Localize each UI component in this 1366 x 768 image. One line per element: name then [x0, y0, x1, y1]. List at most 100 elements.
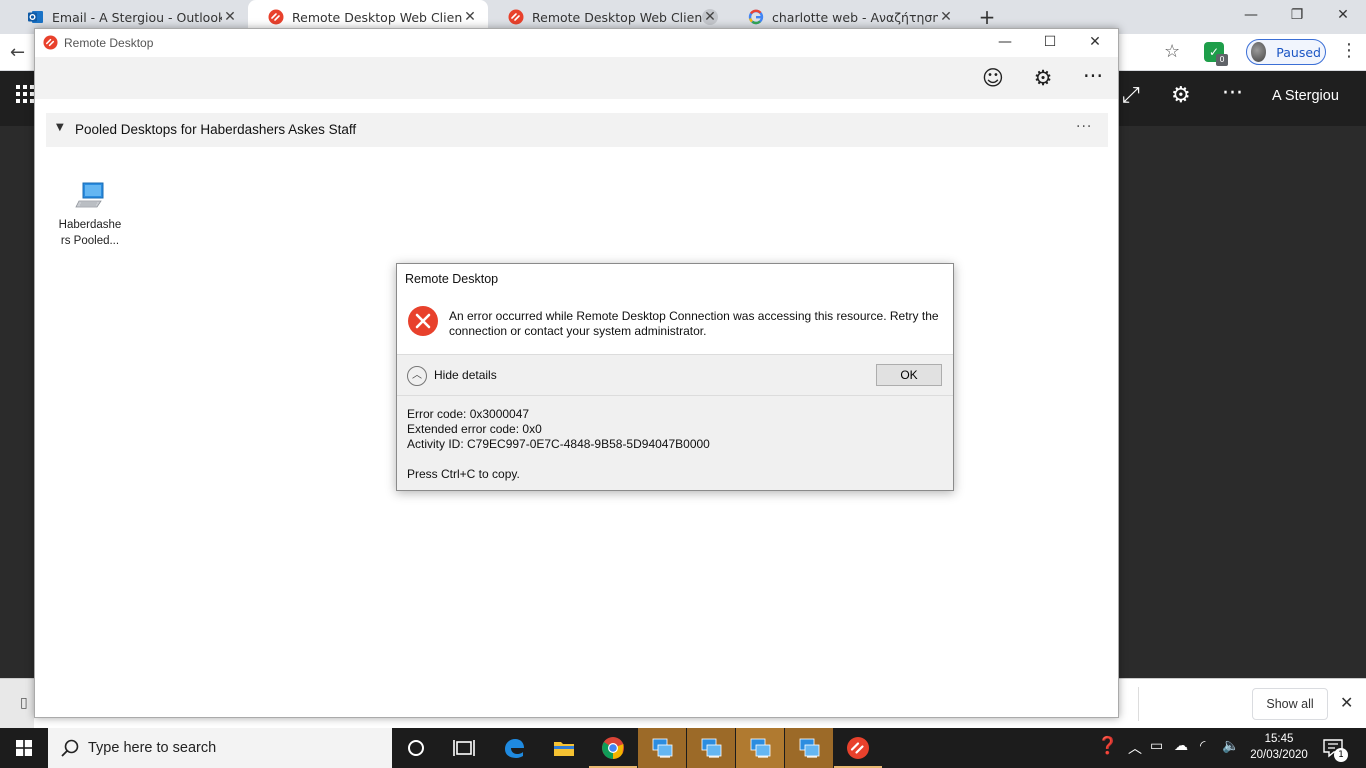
- close-window-icon[interactable]: ✕: [1072, 29, 1118, 57]
- error-dialog: Remote Desktop An error occurred while R…: [396, 263, 954, 491]
- cortana-circle-icon: [408, 740, 424, 756]
- dialog-title: Remote Desktop: [405, 272, 499, 286]
- help-icon[interactable]: ❓: [1097, 736, 1118, 756]
- activity-id: Activity ID: C79EC997-0E7C-4848-9B58-5D9…: [407, 437, 710, 451]
- clock-date: 20/03/2020: [1250, 749, 1308, 761]
- taskbar-remote-desktop-connection[interactable]: [736, 728, 784, 768]
- more-horizontal-icon[interactable]: ···: [1222, 81, 1243, 106]
- resource-label-line: rs Pooled...: [60, 235, 120, 247]
- google-icon: [748, 9, 764, 25]
- close-window-icon[interactable]: ✕: [1320, 0, 1366, 30]
- group-more-button[interactable]: ···: [1076, 119, 1092, 135]
- remote-desktop-computer-icon: [750, 738, 771, 758]
- outlook-icon: [28, 11, 43, 23]
- extension-badge: 0: [1216, 54, 1228, 66]
- extended-error-code: Extended error code: 0x0: [407, 422, 542, 436]
- app-launcher-icon[interactable]: [16, 85, 34, 103]
- remote-desktop-computer-icon: [75, 182, 104, 208]
- taskbar-file-explorer[interactable]: [540, 728, 588, 768]
- error-code: Error code: 0x3000047: [407, 407, 530, 421]
- download-item[interactable]: ▯: [0, 679, 34, 729]
- taskbar-remote-desktop-app[interactable]: [834, 728, 882, 768]
- windows-logo-icon: [16, 740, 32, 756]
- ok-button[interactable]: OK: [876, 364, 942, 386]
- close-icon[interactable]: ✕: [462, 9, 478, 25]
- taskbar-chrome[interactable]: [589, 728, 637, 768]
- resource-label: Haberdashe rs Pooled...: [51, 217, 129, 249]
- taskbar-remote-desktop-connection[interactable]: [638, 728, 686, 768]
- chevron-up-icon[interactable]: ︿: [407, 366, 427, 386]
- close-icon[interactable]: ✕: [222, 9, 238, 25]
- taskbar-remote-desktop-connection[interactable]: [687, 728, 735, 768]
- tab-title: Remote Desktop Web Client: [292, 9, 462, 25]
- hide-details-toggle[interactable]: Hide details: [434, 368, 497, 382]
- task-view-button[interactable]: [440, 728, 488, 768]
- wifi-icon[interactable]: ◜: [1200, 738, 1205, 754]
- window-titlebar[interactable]: Remote Desktop — ☐ ✕: [35, 29, 1118, 57]
- minimize-icon[interactable]: —: [1228, 0, 1274, 30]
- show-all-downloads-button[interactable]: Show all: [1252, 688, 1328, 720]
- remote-desktop-icon: [847, 737, 869, 759]
- chevron-down-icon[interactable]: ▼: [56, 122, 64, 133]
- profile-button[interactable]: Paused: [1246, 39, 1326, 65]
- taskbar-remote-desktop-connection[interactable]: [785, 728, 833, 768]
- clock-time: 15:45: [1264, 733, 1294, 745]
- resource-label-line: Haberdashe: [58, 219, 122, 231]
- workspace-group-header[interactable]: ▼ Pooled Desktops for Haberdashers Askes…: [46, 113, 1108, 147]
- edge-browser-icon: [505, 739, 524, 758]
- bookmark-star-icon[interactable]: ☆: [1164, 41, 1180, 62]
- maximize-icon[interactable]: ☐: [1027, 29, 1073, 57]
- tab-title: charlotte web - Αναζήτηση Goog: [772, 9, 938, 25]
- remote-desktop-icon: [508, 9, 524, 25]
- error-message: An error occurred while Remote Desktop C…: [449, 309, 939, 338]
- settings-gear-icon[interactable]: ⚙: [1171, 83, 1191, 108]
- close-icon[interactable]: ✕: [1340, 693, 1353, 712]
- copy-hint: Press Ctrl+C to copy.: [407, 467, 520, 481]
- signed-in-user[interactable]: A Stergiou: [1272, 88, 1339, 104]
- workspace-group-title: Pooled Desktops for Haberdashers Askes S…: [75, 122, 357, 137]
- more-vertical-icon[interactable]: ⋮: [1340, 40, 1358, 61]
- battery-icon[interactable]: ▭: [1150, 738, 1163, 754]
- minimize-icon[interactable]: —: [982, 29, 1028, 57]
- remote-desktop-icon: [43, 35, 58, 50]
- resource-tile-pooled-desktop[interactable]: Haberdashe rs Pooled...: [51, 177, 129, 253]
- chevron-up-icon[interactable]: ︿: [1128, 738, 1142, 758]
- error-details: Error code: 0x3000047 Extended error cod…: [397, 396, 953, 490]
- task-view-icon: [453, 740, 475, 756]
- remote-desktop-icon: [268, 9, 284, 25]
- taskbar-edge[interactable]: [490, 728, 538, 768]
- details-bar: ︿ Hide details OK: [397, 354, 953, 396]
- volume-icon[interactable]: 🔈: [1222, 738, 1239, 754]
- tab-title: Remote Desktop Web Client: [532, 9, 702, 25]
- settings-gear-icon[interactable]: ⚙: [1030, 65, 1056, 91]
- close-icon[interactable]: ✕: [702, 9, 718, 25]
- file-icon: ▯: [20, 695, 28, 711]
- remote-desktop-computer-icon: [701, 738, 722, 758]
- more-horizontal-icon[interactable]: ···: [1080, 63, 1106, 89]
- divider: [1138, 687, 1139, 721]
- app-toolbar: ☺ ⚙ ···: [35, 57, 1118, 99]
- chrome-browser-icon: [602, 737, 624, 759]
- remote-desktop-computer-icon: [799, 738, 820, 758]
- close-icon[interactable]: ✕: [938, 9, 954, 25]
- tab-title: Email - A Stergiou - Outlook: [52, 9, 222, 25]
- task-view-button[interactable]: [392, 728, 440, 768]
- notification-count-badge: 1: [1334, 748, 1348, 762]
- windows-taskbar: Type here to search ❓ ︿ ▭ ☁ ◜ 🔈 15:45 20…: [0, 728, 1366, 768]
- new-tab-button[interactable]: +: [976, 6, 998, 28]
- restore-icon[interactable]: ❐: [1274, 0, 1320, 30]
- search-placeholder: Type here to search: [88, 740, 217, 756]
- avatar: [1251, 42, 1267, 62]
- start-button[interactable]: [0, 728, 48, 768]
- window-title: Remote Desktop: [64, 36, 154, 50]
- remote-desktop-computer-icon: [652, 738, 673, 758]
- system-clock[interactable]: 15:45 20/03/2020: [1244, 731, 1314, 763]
- feedback-smiley-icon[interactable]: ☺: [980, 65, 1006, 91]
- onedrive-error-icon[interactable]: ☁: [1174, 738, 1188, 754]
- search-icon: [61, 739, 79, 757]
- profile-status-label: Paused: [1276, 44, 1321, 60]
- fullscreen-icon[interactable]: ⤢: [1122, 83, 1140, 108]
- folder-icon: [554, 742, 574, 756]
- taskbar-search-box[interactable]: Type here to search: [48, 728, 392, 768]
- back-arrow-icon[interactable]: ←: [10, 42, 25, 63]
